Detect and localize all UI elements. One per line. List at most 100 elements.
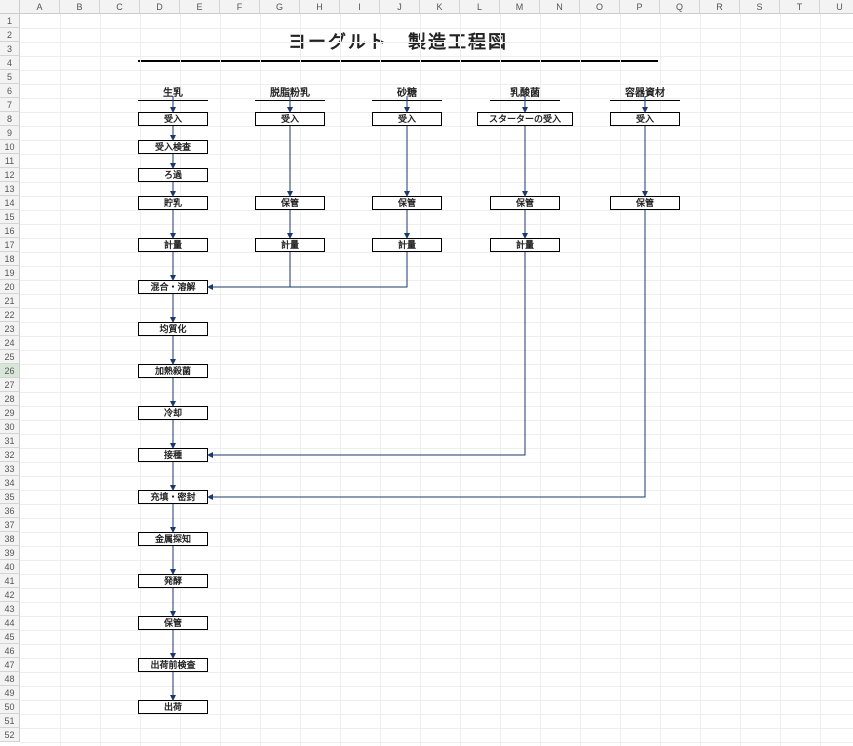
column-header[interactable]: G [260, 0, 300, 14]
process-step: 受入検査 [138, 140, 208, 154]
lane-header: 砂糖 [372, 84, 442, 101]
row-header[interactable]: 42 [0, 588, 20, 602]
row-header[interactable]: 9 [0, 126, 20, 140]
row-header[interactable]: 39 [0, 546, 20, 560]
column-header[interactable]: N [540, 0, 580, 14]
process-step: 保管 [490, 196, 560, 210]
lane-header: 脱脂粉乳 [255, 84, 325, 101]
row-header[interactable]: 12 [0, 168, 20, 182]
row-header[interactable]: 46 [0, 644, 20, 658]
row-header[interactable]: 29 [0, 406, 20, 420]
column-header[interactable]: K [420, 0, 460, 14]
process-step: 出荷 [138, 700, 208, 714]
column-header[interactable]: S [740, 0, 780, 14]
row-header[interactable]: 45 [0, 630, 20, 644]
row-header[interactable]: 49 [0, 686, 20, 700]
row-header[interactable]: 33 [0, 462, 20, 476]
process-step: 保管 [372, 196, 442, 210]
column-header[interactable]: Q [660, 0, 700, 14]
row-header[interactable]: 15 [0, 210, 20, 224]
row-header[interactable]: 20 [0, 280, 20, 294]
process-step: 接種 [138, 448, 208, 462]
column-header[interactable]: B [60, 0, 100, 14]
row-header[interactable]: 6 [0, 84, 20, 98]
row-header[interactable]: 19 [0, 266, 20, 280]
row-header[interactable]: 2 [0, 28, 20, 42]
process-step: 保管 [138, 616, 208, 630]
grid-area[interactable]: ヨーグルト 製造工程図 生乳脱脂粉乳砂糖乳酸菌容器資材受入受入検査ろ過貯乳計量混… [20, 14, 853, 746]
row-header[interactable]: 3 [0, 42, 20, 56]
row-header[interactable]: 4 [0, 56, 20, 70]
process-step: 受入 [610, 112, 680, 126]
column-header[interactable]: U [820, 0, 853, 14]
row-header[interactable]: 21 [0, 294, 20, 308]
row-header[interactable]: 37 [0, 518, 20, 532]
column-header[interactable]: E [180, 0, 220, 14]
row-header[interactable]: 40 [0, 560, 20, 574]
column-header[interactable]: J [380, 0, 420, 14]
process-step: 受入 [138, 112, 208, 126]
row-header[interactable]: 13 [0, 182, 20, 196]
select-all-corner[interactable] [0, 0, 20, 14]
row-header[interactable]: 31 [0, 434, 20, 448]
row-header[interactable]: 34 [0, 476, 20, 490]
column-header[interactable]: O [580, 0, 620, 14]
row-header[interactable]: 48 [0, 672, 20, 686]
process-step: 均質化 [138, 322, 208, 336]
column-header[interactable]: C [100, 0, 140, 14]
row-header[interactable]: 23 [0, 322, 20, 336]
lane-header: 生乳 [138, 84, 208, 101]
process-step: 加熱殺菌 [138, 364, 208, 378]
lane-header: 容器資材 [610, 84, 680, 101]
row-header[interactable]: 14 [0, 196, 20, 210]
lane-header: 乳酸菌 [490, 84, 560, 101]
process-step: 金属探知 [138, 532, 208, 546]
row-header[interactable]: 22 [0, 308, 20, 322]
row-header[interactable]: 47 [0, 658, 20, 672]
row-header[interactable]: 32 [0, 448, 20, 462]
column-header[interactable]: L [460, 0, 500, 14]
row-header[interactable]: 26 [0, 364, 20, 378]
column-header[interactable]: A [20, 0, 60, 14]
column-header-row: ABCDEFGHIJKLMNOPQRSTU [0, 0, 853, 14]
row-header[interactable]: 27 [0, 378, 20, 392]
process-step: 貯乳 [138, 196, 208, 210]
row-header[interactable]: 43 [0, 602, 20, 616]
row-header[interactable]: 5 [0, 70, 20, 84]
row-header[interactable]: 11 [0, 154, 20, 168]
column-header[interactable]: P [620, 0, 660, 14]
row-header[interactable]: 24 [0, 336, 20, 350]
row-header-column: 1234567891011121314151617181920212223242… [0, 14, 20, 742]
column-header[interactable]: T [780, 0, 820, 14]
row-header[interactable]: 52 [0, 728, 20, 742]
column-header[interactable]: M [500, 0, 540, 14]
row-header[interactable]: 28 [0, 392, 20, 406]
process-step: 受入 [372, 112, 442, 126]
row-header[interactable]: 51 [0, 714, 20, 728]
process-step: 計量 [490, 238, 560, 252]
row-header[interactable]: 1 [0, 14, 20, 28]
row-header[interactable]: 35 [0, 490, 20, 504]
row-header[interactable]: 18 [0, 252, 20, 266]
row-header[interactable]: 7 [0, 98, 20, 112]
row-header[interactable]: 17 [0, 238, 20, 252]
column-header[interactable]: R [700, 0, 740, 14]
column-header[interactable]: H [300, 0, 340, 14]
row-header[interactable]: 30 [0, 420, 20, 434]
row-header[interactable]: 50 [0, 700, 20, 714]
row-header[interactable]: 16 [0, 224, 20, 238]
row-header[interactable]: 38 [0, 532, 20, 546]
row-header[interactable]: 25 [0, 350, 20, 364]
process-step: 混合・溶解 [138, 280, 208, 294]
column-header[interactable]: D [140, 0, 180, 14]
row-header[interactable]: 10 [0, 140, 20, 154]
row-header[interactable]: 8 [0, 112, 20, 126]
row-header[interactable]: 41 [0, 574, 20, 588]
row-header[interactable]: 44 [0, 616, 20, 630]
process-step: 計量 [138, 238, 208, 252]
process-step: 冷却 [138, 406, 208, 420]
column-header[interactable]: I [340, 0, 380, 14]
column-header[interactable]: F [220, 0, 260, 14]
process-step: 充填・密封 [138, 490, 208, 504]
row-header[interactable]: 36 [0, 504, 20, 518]
